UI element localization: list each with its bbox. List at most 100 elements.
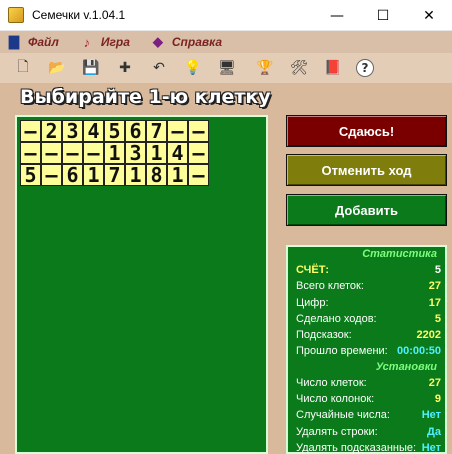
book-icon[interactable]: 📕 [322,57,344,79]
maximize-button[interactable]: ☐ [360,0,406,31]
grid-cell[interactable]: 5 [20,163,41,187]
grid-cell[interactable]: 7 [146,119,167,143]
stat-time: Прошло времени: 00:00:50 [288,343,445,359]
setting-delete-rows: Удалять строки: Да [288,424,445,440]
grid-cell[interactable]: 3 [62,119,83,143]
stat-label: Сделано ходов: [296,312,377,325]
stat-value: 17 [428,296,441,309]
undo-icon[interactable]: ↶ [148,57,170,79]
stat-value: 27 [428,280,441,293]
grid-cell[interactable]: — [188,141,209,165]
setting-random: Случайные числа: Нет [288,407,445,423]
hint-bulb-icon[interactable]: 💡 [182,57,204,79]
app-icon [8,7,24,23]
stat-value: 00:00:50 [396,345,441,358]
new-file-icon[interactable]: 🗋 [12,57,34,79]
setting-label: Число клеток: [296,376,367,389]
grid-cell[interactable]: 8 [146,163,167,187]
grid-row: —2 3 4 5 6 7— — [20,119,209,143]
stat-score: СЧЁТ: 5 [288,262,445,278]
grid-cell[interactable]: — [188,119,209,143]
stat-value: 5 [434,264,441,276]
add-button[interactable]: Добавить [286,194,447,226]
close-button[interactable]: ✕ [406,0,452,31]
menu-game[interactable]: ♪ Игра [79,34,130,50]
grid-cell[interactable]: 2 [41,119,62,143]
trophy-icon[interactable]: 🏆 [254,57,276,79]
grid-cell[interactable]: 6 [125,119,146,143]
grid-cell[interactable]: — [20,141,41,165]
minimize-button[interactable]: — [314,0,360,31]
grid-cell[interactable]: 5 [104,119,125,143]
window-title: Семечки v.1.04.1 [32,8,126,22]
settings-title: Установки [375,360,437,373]
stat-total-cells: Всего клеток: 27 [288,278,445,294]
setting-label: Случайные числа: [296,409,390,422]
setting-value: Нет [421,441,441,454]
give-up-button[interactable]: Сдаюсь! [286,115,447,147]
help-book-icon: ◆ [152,34,163,49]
menu-help-label: Справка [171,35,223,49]
settings-tools-icon[interactable]: 🛠 [288,57,310,79]
stat-label: Всего клеток: [296,280,364,293]
computer-icon[interactable]: 🖥 [216,57,238,79]
grid-cell[interactable]: 4 [83,119,104,143]
grid-cell[interactable]: 1 [83,163,104,187]
toolbar: 🗋 📂 💾 ✚ ↶ 💡 🖥 🏆 🛠 📕 ? [0,53,452,83]
grid-cell[interactable]: 3 [125,141,146,165]
setting-cells: Число клеток: 27 [288,375,445,391]
setting-label: Удалять строки: [296,425,378,438]
add-cross-icon[interactable]: ✚ [114,57,136,79]
stat-value: 2202 [416,329,441,342]
setting-value: Нет [421,409,441,422]
book-icon: ▇ [9,34,19,49]
grid-cell[interactable]: 1 [146,141,167,165]
grid-cell[interactable]: — [20,119,41,143]
grid-cell[interactable]: — [62,141,83,165]
setting-label: Удалять подсказанные: [296,441,417,454]
number-grid: —2 3 4 5 6 7— — — — — —1 3 1 4—5—6 1 7 1 8 1— [20,119,209,187]
undo-move-button[interactable]: Отменить ход [286,154,447,186]
stat-label: СЧЁТ: [296,264,329,276]
guitar-icon: ♪ [83,34,91,50]
grid-cell[interactable]: — [167,119,188,143]
setting-value: Да [427,425,441,438]
grid-cell[interactable]: 7 [104,163,125,187]
stat-label: Подсказок: [296,329,352,342]
stat-label: Прошло времени: [296,345,388,358]
setting-columns: Число колонок: 9 [288,391,445,407]
stats-title: Статистика [362,248,437,260]
window-controls: — ☐ ✕ [314,0,452,31]
setting-label: Число колонок: [296,393,375,406]
stat-label: Цифр: [296,296,329,309]
grid-cell[interactable]: — [83,141,104,165]
grid-cell[interactable]: 1 [167,163,188,187]
stat-digits: Цифр: 17 [288,295,445,311]
grid-row: — — — —1 3 1 4— [20,141,209,165]
help-icon[interactable]: ? [356,59,374,77]
open-folder-icon[interactable]: 📂 [46,57,68,79]
stat-moves: Сделано ходов: 5 [288,311,445,327]
grid-cell[interactable]: — [41,163,62,187]
grid-cell[interactable]: 4 [167,141,188,165]
menu-bar: ▇ Файл ♪ Игра ◆ Справка [0,31,452,53]
game-board: —2 3 4 5 6 7— — — — — —1 3 1 4—5—6 1 7 1 8 1— [15,115,268,454]
grid-cell[interactable]: — [41,141,62,165]
stat-value: 5 [434,312,441,325]
setting-value: 27 [428,376,441,389]
menu-file[interactable]: ▇ Файл [6,34,59,50]
title-bar: Семечки v.1.04.1 — ☐ ✕ [0,0,452,31]
grid-cell[interactable]: 1 [125,163,146,187]
setting-delete-hinted: Удалять подсказанные: Нет [288,440,445,454]
grid-cell[interactable]: 6 [62,163,83,187]
menu-file-label: Файл [28,35,59,49]
save-icon[interactable]: 💾 [80,57,102,79]
setting-value: 9 [434,393,441,406]
grid-cell[interactable]: — [188,163,209,187]
stats-panel: Статистика СЧЁТ: 5 Всего клеток: 27 Цифр… [286,245,447,454]
grid-cell[interactable]: 1 [104,141,125,165]
menu-game-label: Игра [100,35,130,49]
menu-help[interactable]: ◆ Справка [150,34,222,50]
grid-row: 5—6 1 7 1 8 1— [20,163,209,187]
instruction-heading: Выбирайте 1-ю клетку [20,86,271,108]
